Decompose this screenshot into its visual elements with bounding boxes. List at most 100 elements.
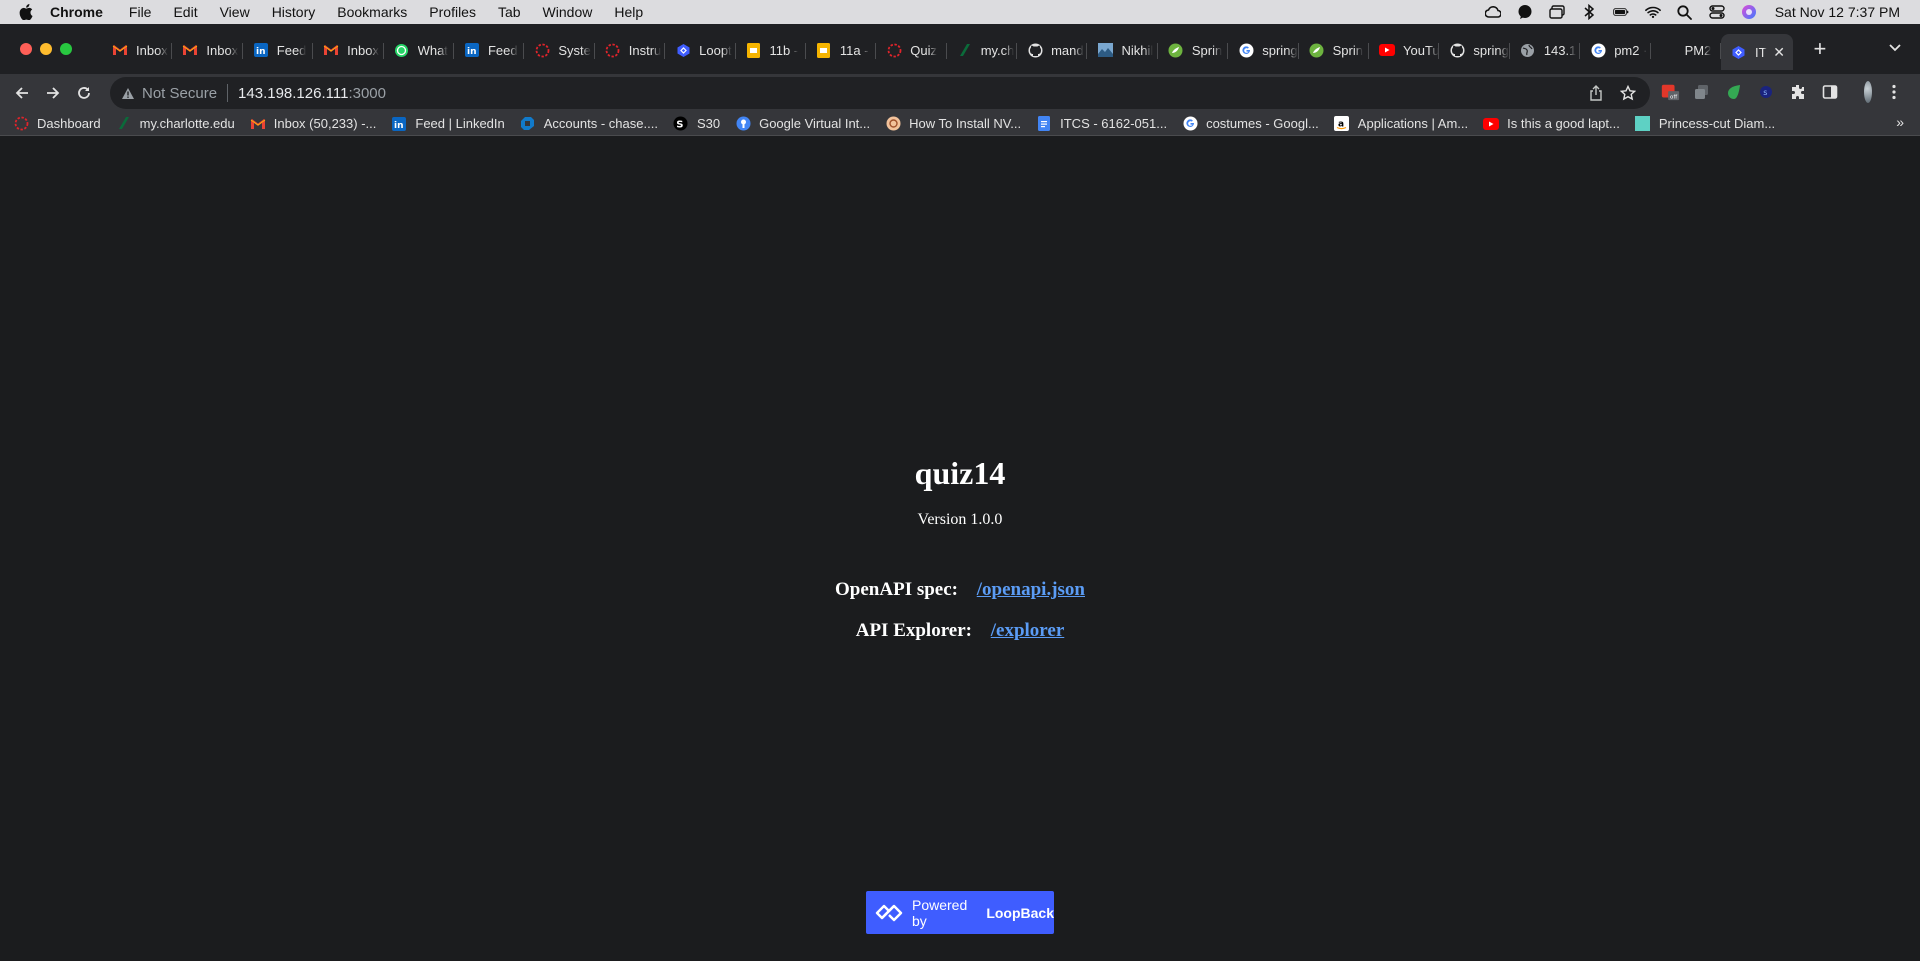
- tab[interactable]: Sprin: [1158, 34, 1229, 66]
- bookmark-item[interactable]: ITCS - 6162-051...: [1036, 116, 1167, 132]
- openapi-json-link[interactable]: /openapi.json: [977, 579, 1085, 600]
- youtube-icon: [1483, 116, 1500, 132]
- tab[interactable]: spring: [1228, 34, 1299, 66]
- bookmark-item[interactable]: Google Virtual Int...: [735, 116, 870, 132]
- url-port[interactable]: :3000: [348, 85, 386, 102]
- bookmark-item[interactable]: a Applications | Am...: [1334, 116, 1468, 132]
- close-tab-icon[interactable]: ✕: [1773, 44, 1785, 61]
- globe-icon: [1520, 42, 1536, 58]
- address-bar[interactable]: Not Secure 143.198.126.111 :3000: [110, 77, 1650, 109]
- bookmark-item[interactable]: Inbox (50,233) -...: [250, 116, 376, 132]
- forward-button[interactable]: [39, 79, 67, 107]
- bookmark-label: ITCS - 6162-051...: [1060, 116, 1168, 131]
- url-host[interactable]: 143.198.126.111: [238, 85, 348, 102]
- apple-menu-icon[interactable]: [18, 4, 34, 20]
- not-secure-label[interactable]: Not Secure: [142, 85, 217, 102]
- warning-triangle-icon[interactable]: [120, 85, 136, 101]
- tab[interactable]: Instru: [595, 34, 666, 66]
- reload-button[interactable]: [70, 79, 98, 107]
- menu-bookmarks[interactable]: Bookmarks: [337, 4, 407, 20]
- red-extension-icon[interactable]: off: [1660, 81, 1680, 103]
- bookmark-item[interactable]: in Feed | LinkedIn: [391, 116, 505, 132]
- menu-profiles[interactable]: Profiles: [429, 4, 476, 20]
- menu-view[interactable]: View: [220, 4, 250, 20]
- tab[interactable]: mand: [1017, 34, 1088, 66]
- tab[interactable]: in Feed: [243, 34, 314, 66]
- tab-label: IT: [1754, 44, 1767, 60]
- extensions-puzzle-icon[interactable]: [1788, 81, 1808, 103]
- zoom-window-button[interactable]: [60, 43, 72, 55]
- bookmark-label: Dashboard: [37, 116, 101, 131]
- menu-bar-clock[interactable]: Sat Nov 12 7:37 PM: [1775, 4, 1900, 20]
- tab[interactable]: 143.1: [1510, 34, 1581, 66]
- menu-tab[interactable]: Tab: [498, 4, 521, 20]
- tab[interactable]: PM2: [1651, 34, 1721, 66]
- bookmark-item[interactable]: Is this a good lapt...: [1483, 116, 1620, 132]
- powered-by-loopback-badge[interactable]: Powered by LoopBack: [866, 891, 1054, 934]
- menu-history[interactable]: History: [272, 4, 316, 20]
- tab[interactable]: Quiz: [876, 34, 947, 66]
- explorer-link[interactable]: /explorer: [991, 620, 1065, 641]
- tab[interactable]: Syste: [524, 34, 595, 66]
- bookmark-item[interactable]: Dashboard: [13, 116, 101, 132]
- bluetooth-icon[interactable]: [1581, 4, 1597, 20]
- tab-active[interactable]: IT ✕: [1720, 34, 1793, 70]
- side-panel-icon[interactable]: [1820, 81, 1840, 103]
- menu-app-name[interactable]: Chrome: [50, 4, 103, 20]
- bookmark-item[interactable]: Princess-cut Diam...: [1635, 116, 1775, 132]
- bookmark-star-icon[interactable]: [1618, 83, 1638, 103]
- tab[interactable]: Inbox: [313, 34, 384, 66]
- wifi-icon[interactable]: [1644, 4, 1661, 20]
- tab[interactable]: my.ch: [947, 34, 1018, 66]
- menu-window[interactable]: Window: [543, 4, 593, 20]
- bookmark-item[interactable]: Accounts - chase....: [520, 116, 658, 132]
- battery-icon[interactable]: [1612, 4, 1629, 20]
- menu-help[interactable]: Help: [614, 4, 643, 20]
- tab[interactable]: in Feed: [454, 34, 525, 66]
- control-center-icon[interactable]: [1709, 4, 1725, 20]
- tab[interactable]: 11a -: [806, 34, 877, 66]
- tab[interactable]: Loopt: [665, 34, 736, 66]
- creative-cloud-icon[interactable]: [1484, 4, 1501, 20]
- green-leaf-extension-icon[interactable]: [1724, 81, 1744, 103]
- tab-label: mand: [1051, 42, 1084, 58]
- more-bookmarks-chevron-icon[interactable]: »: [1896, 114, 1904, 130]
- minimize-window-button[interactable]: [40, 43, 52, 55]
- siri-icon[interactable]: [1741, 4, 1757, 20]
- back-button[interactable]: [8, 79, 36, 107]
- window-stack-icon[interactable]: [1549, 4, 1565, 20]
- bookmark-item[interactable]: my.charlotte.edu: [116, 116, 235, 132]
- tab-label: Inbox: [136, 42, 168, 58]
- spring-icon: [1309, 42, 1325, 58]
- close-window-button[interactable]: [20, 43, 32, 55]
- blue-s-extension-icon[interactable]: s: [1756, 81, 1776, 103]
- menu-edit[interactable]: Edit: [173, 4, 197, 20]
- explorer-row: API Explorer: /explorer: [0, 620, 1920, 642]
- tab[interactable]: Nikhil: [1087, 34, 1158, 66]
- tab[interactable]: 11b -: [736, 34, 806, 66]
- bookmark-item[interactable]: How To Install NV...: [885, 116, 1021, 132]
- google-icon: [1238, 42, 1254, 58]
- tab[interactable]: Inbox: [172, 34, 243, 66]
- tab[interactable]: YouTu: [1369, 34, 1440, 66]
- share-icon[interactable]: [1586, 83, 1606, 103]
- google-info-icon: [735, 116, 751, 132]
- chrome-menu-icon[interactable]: [1884, 81, 1904, 103]
- new-tab-button[interactable]: +: [1807, 36, 1833, 62]
- bookmark-item[interactable]: costumes - Googl...: [1182, 116, 1319, 132]
- profile-avatar[interactable]: [1852, 81, 1872, 103]
- loopback-icon: [1731, 44, 1747, 60]
- nvidia-icon: [885, 116, 901, 132]
- spotlight-search-icon[interactable]: [1677, 4, 1693, 20]
- tab[interactable]: Sprin: [1299, 34, 1370, 66]
- menu-file[interactable]: File: [129, 4, 152, 20]
- bookmark-item[interactable]: S S30: [673, 116, 720, 132]
- tab[interactable]: Inbox: [102, 34, 173, 66]
- chat-bubble-icon[interactable]: [1517, 4, 1533, 20]
- tab[interactable]: pm2 ·: [1580, 34, 1651, 66]
- tab-search-button[interactable]: [1888, 40, 1902, 58]
- copy-extension-icon[interactable]: [1692, 81, 1712, 103]
- tab[interactable]: spring: [1439, 34, 1510, 66]
- tab[interactable]: What: [384, 34, 454, 66]
- tab-label: What: [417, 42, 448, 58]
